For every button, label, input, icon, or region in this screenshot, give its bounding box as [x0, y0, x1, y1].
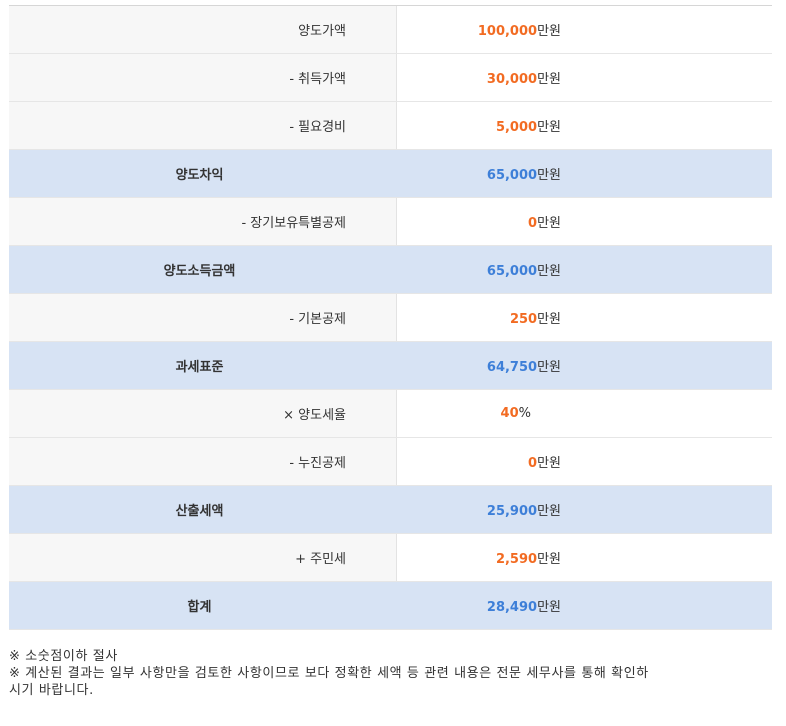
row-label: 양도차익 — [9, 150, 397, 197]
row-unit: 만원 — [537, 120, 561, 135]
row-value: 28,490만원 — [397, 582, 772, 629]
row-label-text: - 기본공제 — [289, 312, 346, 327]
row-label-text: 합계 — [187, 600, 212, 615]
row-label-text: - 취득가액 — [289, 72, 346, 87]
row-amount: 40 — [500, 406, 519, 421]
row-unit: 만원 — [537, 312, 561, 327]
row-label-text: 양도소득금액 — [163, 264, 236, 279]
table-row: + 주민세 2,590만원 — [9, 534, 772, 582]
row-amount: 65,000 — [486, 168, 538, 183]
row-amount: 100,000 — [477, 24, 538, 39]
table-row: - 필요경비 5,000만원 — [9, 102, 772, 150]
row-label: + 주민세 — [9, 534, 397, 581]
row-label: × 양도세율 — [9, 390, 397, 437]
row-label: - 필요경비 — [9, 102, 397, 149]
row-label-text: 산출세액 — [175, 504, 224, 519]
footnote-truncation: ※ 소숫점이하 절사 — [9, 649, 118, 664]
row-unit: 만원 — [537, 456, 561, 471]
row-value: 100,000만원 — [397, 6, 772, 53]
row-label: 과세표준 — [9, 342, 397, 389]
table-row: - 누진공제 0만원 — [9, 438, 772, 486]
row-label: 양도소득금액 — [9, 246, 397, 293]
row-value: 5,000만원 — [397, 102, 772, 149]
row-label-text: - 누진공제 — [289, 456, 346, 471]
row-value: 2,590만원 — [397, 534, 772, 581]
summary-row: 양도차익 65,000만원 — [9, 150, 772, 198]
row-label-text: 양도차익 — [175, 168, 224, 183]
footnote-disclaimer: ※ 계산된 결과는 일부 사항만을 검토한 사항이므로 보다 정확한 세액 등 … — [9, 666, 649, 681]
row-unit: 만원 — [537, 168, 561, 183]
row-value: 25,900만원 — [397, 486, 772, 533]
row-amount: 250 — [509, 312, 538, 327]
row-label: 산출세액 — [9, 486, 397, 533]
row-unit: % — [518, 406, 531, 421]
row-label-text: 과세표준 — [175, 360, 224, 375]
row-label: 합계 — [9, 582, 397, 629]
row-label-text: - 장기보유특별공제 — [241, 216, 346, 231]
row-value: 0만원 — [397, 438, 772, 485]
tax-calculation-table: 양도가액 100,000만원 - 취득가액 30,000만원 - 필요경비 5,… — [9, 5, 772, 630]
table-row: - 기본공제 250만원 — [9, 294, 772, 342]
row-amount: 5,000 — [495, 120, 538, 135]
row-amount: 28,490 — [486, 600, 538, 615]
row-label: - 장기보유특별공제 — [9, 198, 397, 245]
table-row: 양도가액 100,000만원 — [9, 6, 772, 54]
row-unit: 만원 — [537, 600, 561, 615]
row-value: 40% — [397, 390, 772, 437]
row-value: 65,000만원 — [397, 150, 772, 197]
row-amount: 64,750 — [486, 360, 538, 375]
row-value: 64,750만원 — [397, 342, 772, 389]
row-unit: 만원 — [537, 552, 561, 567]
row-label: - 취득가액 — [9, 54, 397, 101]
row-unit: 만원 — [537, 504, 561, 519]
footnote-disclaimer-continued: 시기 바랍니다. — [9, 683, 94, 698]
row-label: 양도가액 — [9, 6, 397, 53]
row-unit: 만원 — [537, 264, 561, 279]
row-amount: 2,590 — [495, 552, 538, 567]
row-unit: 만원 — [537, 216, 561, 231]
table-row: × 양도세율 40% — [9, 390, 772, 438]
row-amount: 25,900 — [486, 504, 538, 519]
row-label-text: × 양도세율 — [283, 408, 346, 423]
row-unit: 만원 — [537, 72, 561, 87]
table-row: - 장기보유특별공제 0만원 — [9, 198, 772, 246]
row-value: 0만원 — [397, 198, 772, 245]
row-amount: 65,000 — [486, 264, 538, 279]
table-row: - 취득가액 30,000만원 — [9, 54, 772, 102]
summary-row: 양도소득금액 65,000만원 — [9, 246, 772, 294]
row-amount: 30,000 — [486, 72, 538, 87]
row-label-text: + 주민세 — [295, 552, 346, 567]
footnotes: ※ 소숫점이하 절사 ※ 계산된 결과는 일부 사항만을 검토한 사항이므로 보… — [9, 648, 779, 699]
summary-row: 산출세액 25,900만원 — [9, 486, 772, 534]
total-row: 합계 28,490만원 — [9, 582, 772, 630]
summary-row: 과세표준 64,750만원 — [9, 342, 772, 390]
row-value: 30,000만원 — [397, 54, 772, 101]
row-value: 250만원 — [397, 294, 772, 341]
row-amount: 0 — [528, 216, 538, 231]
row-unit: 만원 — [537, 360, 561, 375]
row-unit: 만원 — [537, 24, 561, 39]
row-amount: 0 — [528, 456, 538, 471]
row-label: - 기본공제 — [9, 294, 397, 341]
row-value: 65,000만원 — [397, 246, 772, 293]
row-label-text: - 필요경비 — [289, 120, 346, 135]
row-label: - 누진공제 — [9, 438, 397, 485]
row-label-text: 양도가액 — [298, 24, 346, 39]
